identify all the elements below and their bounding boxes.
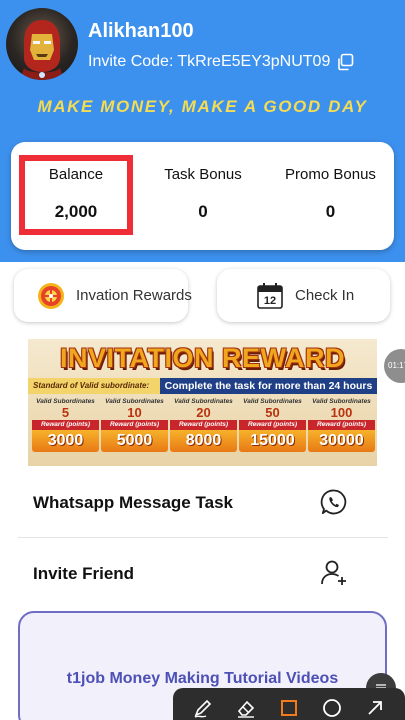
invitation-rewards-label: Invation Rewards [76,287,192,304]
calendar-icon: 12 [255,281,285,311]
tier-reward-label: Reward (points) [101,420,168,430]
tier-reward-label: Reward (points) [239,420,306,430]
tier-points: 3000 [32,430,99,452]
promo-bonus-label: Promo Bonus [285,166,376,183]
reward-tier: Valid Subordinates 5 Reward (points) 300… [32,397,99,461]
reward-tier: Valid Subordinates 50 Reward (points) 15… [239,397,306,461]
banner-condition: Complete the task for more than 24 hours [164,380,373,392]
banner-title: INVITATION REWARD [60,343,345,373]
whatsapp-task-row[interactable]: Whatsapp Message Task [18,468,388,538]
banner-condition-strip: Standard of Valid subordinate: Complete … [28,378,377,394]
stats-card: Balance 2,000 Task Bonus 0 Promo Bonus 0 [11,142,394,250]
balance-stat[interactable]: Balance 2,000 [19,155,133,235]
balance-label: Balance [48,166,104,183]
invite-code-value: TkRreE5EY3pNUT09 [177,53,331,70]
tier-points: 30000 [308,430,375,452]
tutorial-videos-label: t1job Money Making Tutorial Videos [66,670,339,687]
invite-friend-row[interactable]: Invite Friend [18,539,388,609]
invitation-rewards-button[interactable]: Invation Rewards [14,269,192,322]
tier-points: 15000 [239,430,306,452]
promo-bonus-stat[interactable]: Promo Bonus 0 [273,142,388,250]
add-user-icon [320,559,348,587]
whatsapp-icon [320,488,348,516]
balance-value: 2,000 [54,202,98,221]
check-in-button[interactable]: 12 Check In [217,269,390,322]
slogan: MAKE MONEY, MAKE A GOOD DAY [37,97,368,116]
reward-tiers: Valid Subordinates 5 Reward (points) 300… [32,397,377,461]
invite-friend-label: Invite Friend [33,564,135,583]
reward-tier: Valid Subordinates 20 Reward (points) 80… [170,397,237,461]
promo-bonus-value: 0 [325,202,336,221]
task-bonus-label: Task Bonus [164,166,242,183]
pen-icon[interactable] [192,697,214,719]
tier-count: 50 [265,405,280,420]
tier-count: 5 [61,405,70,420]
invite-code-row: Invite Code: TkRreE5EY3pNUT09 [88,53,354,71]
username: Alikhan100 [88,20,194,42]
tier-count: 20 [196,405,211,420]
tier-reward-label: Reward (points) [170,420,237,430]
check-in-label: Check In [295,287,355,304]
arrow-icon[interactable] [364,697,386,719]
iron-man-avatar-icon[interactable] [6,8,78,80]
invitation-reward-banner[interactable]: INVITATION REWARD Standard of Valid subo… [28,339,377,466]
reward-tier: Valid Subordinates 10 Reward (points) 50… [101,397,168,461]
task-bonus-value: 0 [198,202,208,221]
svg-text:12: 12 [264,295,276,307]
tier-count: 10 [127,405,142,420]
whatsapp-task-label: Whatsapp Message Task [33,493,233,512]
timer-overlay[interactable]: 01:17 [384,349,405,383]
circle-icon[interactable] [321,697,343,719]
tier-points: 5000 [101,430,168,452]
gift-wheel-icon [36,281,66,311]
tier-points: 8000 [170,430,237,452]
invite-code-label: Invite Code: [88,53,174,70]
eraser-icon[interactable] [235,697,257,719]
tier-reward-label: Reward (points) [32,420,99,430]
task-bonus-stat[interactable]: Task Bonus 0 [148,142,258,250]
annotation-toolbar [173,688,405,720]
reward-tier: Valid Subordinates 100 Reward (points) 3… [308,397,375,461]
copy-icon[interactable] [336,53,354,71]
rectangle-icon[interactable] [278,697,300,719]
tier-count: 100 [330,405,353,420]
banner-standard-label: Standard of Valid subordinate: [28,378,160,394]
tier-reward-label: Reward (points) [308,420,375,430]
